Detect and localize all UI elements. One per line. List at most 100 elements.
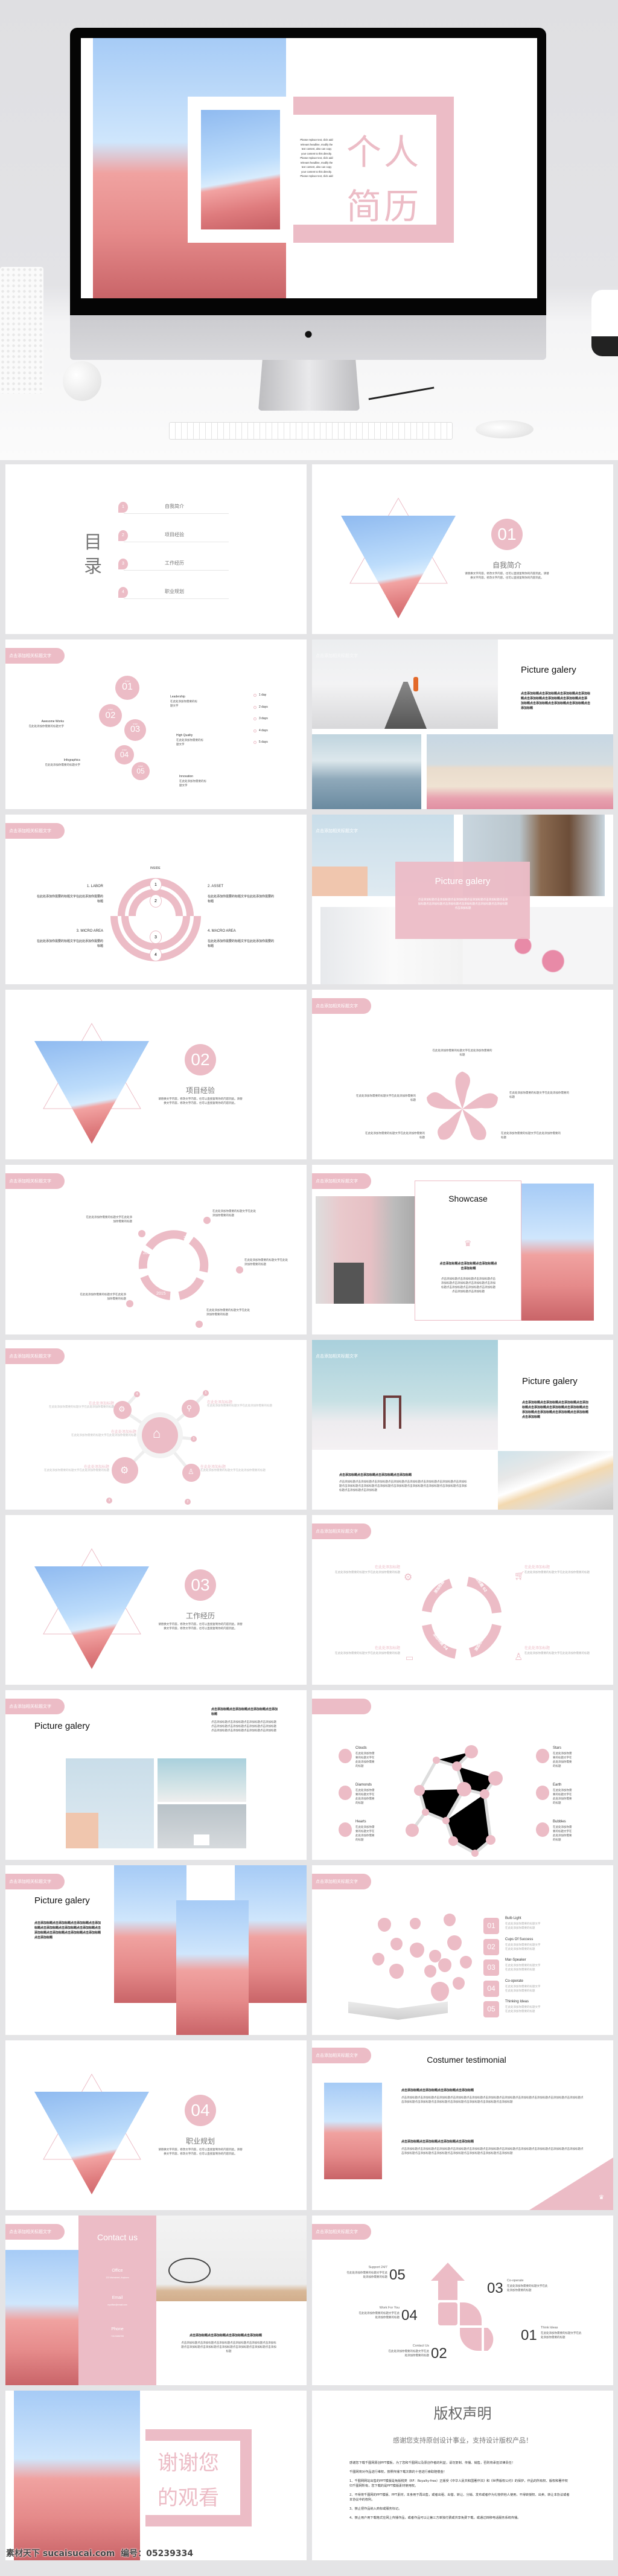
day-radio[interactable] <box>253 694 256 697</box>
molecule-text: 在此处添加你需要的标题文字在此处添加你需要的标题 <box>553 1752 572 1768</box>
day-radio[interactable] <box>253 741 256 744</box>
copyright-paragraph: 3、禁止把作品纳入商标或服务标记。 <box>349 2507 402 2511</box>
header-pill: 点击添加相关标题文字 <box>316 1354 358 1359</box>
icon-bubble <box>372 1953 384 1966</box>
slide-section-01[interactable]: 01 自我简介 请替换文字内容，修改文字内容，也可以直接复制你的内容到此。请替换… <box>312 464 613 634</box>
day-radio[interactable] <box>253 729 256 732</box>
molecule-diagram <box>406 1745 503 1857</box>
timeline-icon-circle <box>138 1230 145 1237</box>
slide-steps[interactable]: 点击添加相关标题文字 STEP 01 STEP 02 STEP 03 STEP 04 STEP 0… <box>5 639 307 809</box>
step-right-title: Leadership <box>170 695 185 699</box>
toc-item-3[interactable]: 工作经历 <box>165 560 184 566</box>
toc-item-1[interactable]: 自我简介 <box>165 503 184 510</box>
arrow-step-text: 在此处添加你需要的标题文字在此处添加你需要的标题 <box>358 2312 400 2319</box>
email-value: myoffice@email.com <box>107 2304 127 2306</box>
slide-flower[interactable]: 点击添加相关标题文字 在此处添加你需要的标题文字在此处添加你需要的标题 在此处添… <box>312 990 613 1159</box>
header-pill <box>312 1699 371 1714</box>
toc-item-2[interactable]: 项目经验 <box>165 531 184 538</box>
slide-section-04[interactable]: 04 职业规划 请替换文字内容，修改文字内容，也可以直接复制你的内容到此。请替换… <box>5 2040 307 2210</box>
gear-icon: ⚙ <box>404 1572 413 1583</box>
triangle-outline <box>43 2073 141 2160</box>
list-number-badge: 04 <box>483 1980 499 1997</box>
watermark: 素材天下 sucaisucai.com 编号：05239334 <box>6 2549 194 2558</box>
thanks-line1: 谢谢您 <box>158 2451 219 2475</box>
arrow-step-title: Contact Us <box>412 2344 429 2348</box>
office-value: 123 Mainstreet, Anytown <box>106 2276 129 2279</box>
toc-item-4[interactable]: 职业规划 <box>165 588 184 595</box>
arrow-step-text: 在此处添加你需要的标题文字在此处添加你需要的标题 <box>507 2285 548 2292</box>
user-icon: ♙ <box>514 1652 523 1662</box>
day-label: 4 days <box>259 728 268 732</box>
arrow-step-text: 在此处添加你需要的标题文字在此处添加你需要的标题 <box>541 2332 582 2339</box>
year-label: 2015 <box>156 1292 166 1296</box>
step-number: 04 <box>119 749 129 759</box>
slide-gallery-4[interactable]: 点击添加相关标题文字 Picture galery 点击添加标题点击添加标题点击… <box>5 1690 307 1860</box>
slide-molecule[interactable]: Clouds 在此处添加你需要的标题文字在此处添加你需要的标题 Diamonds 在此… <box>312 1690 613 1860</box>
slide-contact[interactable]: 点击添加相关标题文字 Contact us Office 123 Mainstr… <box>5 2216 307 2385</box>
slide-section-02[interactable]: 02 项目经验 请替换文字内容，修改文字内容，也可以直接复制你的内容到此。请替换… <box>5 990 307 1159</box>
slide-book-icons[interactable]: 点击添加相关标题文字 01 Bulb Light 在此处添加你需要的标题文字在此处添… <box>312 1865 613 2035</box>
triangle-outline <box>43 1548 141 1635</box>
triangle-outline <box>349 497 448 584</box>
quadrant-2-text: 在此处添加你需要的标题文字在此处添加你需要的标题 <box>208 895 274 903</box>
molecule-icon-bubbles <box>536 1822 549 1837</box>
molecule-title: Stars <box>553 1746 562 1750</box>
arrow-step-text: 在此处添加你需要的标题文字在此处添加你需要的标题 <box>388 2350 430 2357</box>
gallery-title: Picture galery <box>34 1721 90 1731</box>
section-title: 职业规划 <box>185 2137 215 2145</box>
step-badge-3: STEP 03 <box>124 719 146 741</box>
slide-showcase[interactable]: 点击添加相关标题文字 Showcase ♛ 点击添加标题点击添加标题点击添加标题… <box>312 1165 613 1334</box>
section-title: 工作经历 <box>185 1612 215 1620</box>
slide-mindmap[interactable]: 点击添加相关标题文字 ⌂ ⚙ ⚲ ⚙ ♙ 12345 在此处添加标题 在此处添加… <box>5 1340 307 1510</box>
step-badge-2: STEP 02 <box>99 704 122 727</box>
head-gear-icon: ⚙ <box>120 1466 129 1476</box>
section-description: 请替换文字内容，修改文字内容，也可以直接复制你的内容到此。请替换文字内容，修改文… <box>158 2148 243 2156</box>
slide-gallery-3[interactable]: 点击添加相关标题文字 Picture galery 点击添加标题点击添加标题点击… <box>312 1340 613 1510</box>
slide-gallery-5[interactable]: 点击添加相关标题文字 Picture galery 点击添加标题点击添加标题点击… <box>5 1865 307 2035</box>
arrow-step-title: Think Ideas <box>541 2326 558 2330</box>
list-number-badge: 02 <box>483 1938 499 1955</box>
contact-photo-building <box>5 2250 78 2385</box>
timeline-icon-circle <box>126 1300 133 1307</box>
header-pill: 点击添加相关标题文字 <box>312 998 371 1014</box>
slide-timeline-arrows[interactable]: 点击添加相关标题文字 2012 2013 2014 2015 2016 在此处添加你需要… <box>5 1165 307 1334</box>
day-radio[interactable] <box>253 705 256 709</box>
slide-rings[interactable]: 点击添加相关标题文字 INSIDE 1 2 3 4 1. LABOR 在此处添加你需要… <box>5 815 307 984</box>
mind-text-1: 在此处添加你需要的标题文字在此处添加你需要的标题 <box>49 1406 114 1409</box>
copyright-paragraph: 感谢您下载千图网原创PPT模板，为了您和千图网以及原创作者的利益，请勿复制、传播… <box>349 2461 515 2465</box>
quadrant-1-text: 在此处添加你需要的标题文字在此处添加你需要的标题 <box>37 895 103 903</box>
mind-number: 5 <box>203 1390 209 1396</box>
section-description: 请替换文字内容，修改文字内容，也可以直接复制你的内容到此。请替换文字内容，修改文… <box>158 1623 243 1630</box>
molecule-icon-hearts <box>339 1822 352 1837</box>
arrow-step-number: 03 <box>487 2280 503 2296</box>
copyright-paragraph: 2、不得将千图网的PPT模版、PPT素材，本身用于再出售，或者出租、出借、转让、… <box>349 2493 570 2502</box>
slide-section-03[interactable]: 03 工作经历 请替换文字内容，修改文字内容，也可以直接复制你的内容到此。请替换… <box>5 1515 307 1685</box>
slide-toc[interactable]: 目录 1 自我简介 2 项目经验 3 工作经历 4 职业规划 <box>5 464 307 634</box>
icon-bubble <box>438 1958 451 1973</box>
cycle-text-2: 在此处添加你需要的标题文字在此处添加你需要的标题 <box>524 1571 590 1574</box>
cycle-text-1: 在此处添加你需要的标题文字在此处添加你需要的标题 <box>335 1571 400 1574</box>
slide-arrow-steps[interactable]: 点击添加相关标题文字 05 Support 24/7 在此处添加你需要的标题文字在此… <box>312 2216 613 2385</box>
cycle-diagram <box>422 1577 502 1659</box>
step-number: 05 <box>136 767 145 776</box>
list-number-badge: 03 <box>483 1959 499 1976</box>
arrow-step-text: 在此处添加你需要的标题文字在此处添加你需要的标题 <box>346 2272 388 2279</box>
slide-cycle[interactable]: 点击添加相关标题文字 添加标题 01 添加标题 02 添加标题 03 添加标题 04 … <box>312 1515 613 1685</box>
molecule-title: Diamonds <box>355 1783 372 1787</box>
day-radio[interactable] <box>253 717 256 720</box>
slide-testimonial[interactable]: 点击添加相关标题文字 Costumer testimonial 点击添加标题点击… <box>312 2040 613 2210</box>
photo-fashion <box>316 1196 415 1304</box>
header-pill: 点击添加相关标题文字 <box>312 1173 371 1189</box>
testimonial-2-text: 点击添加标题点击添加标题点击添加标题点击添加标题点击添加标题点击添加标题点击添加… <box>401 2148 584 2155</box>
gallery-bold: 点击添加标题点击添加标题点击添加标题点击添加标题 <box>339 1473 412 1477</box>
slide-copyright[interactable]: 版权声明 感谢您支持原创设计事业，支持设计版权产品！ 感谢您下载千图网原创PPT… <box>312 2391 613 2560</box>
list-title: Bulb Light <box>505 1917 521 1920</box>
slide-gallery-2[interactable]: 点击添加相关标题文字 Picture galery 点击添加标题点击添加标题点击… <box>312 815 613 984</box>
day-label: 1 day <box>259 693 267 697</box>
slide-gallery-1[interactable]: 点击添加相关标题文字 Picture galery 点击添加标题点击添加标题点击… <box>312 639 613 809</box>
slide-thanks[interactable]: 谢谢您 的观看 <box>5 2391 307 2560</box>
timeline-icon-circle <box>203 1217 211 1224</box>
quadrant-3-text: 在此处添加你需要的标题文字在此处添加你需要的标题 <box>37 940 103 948</box>
icon-bubble <box>390 1938 403 1950</box>
flower-text-top: 在此处添加你需要的标题文字在此处添加你需要的标题 <box>432 1049 492 1057</box>
